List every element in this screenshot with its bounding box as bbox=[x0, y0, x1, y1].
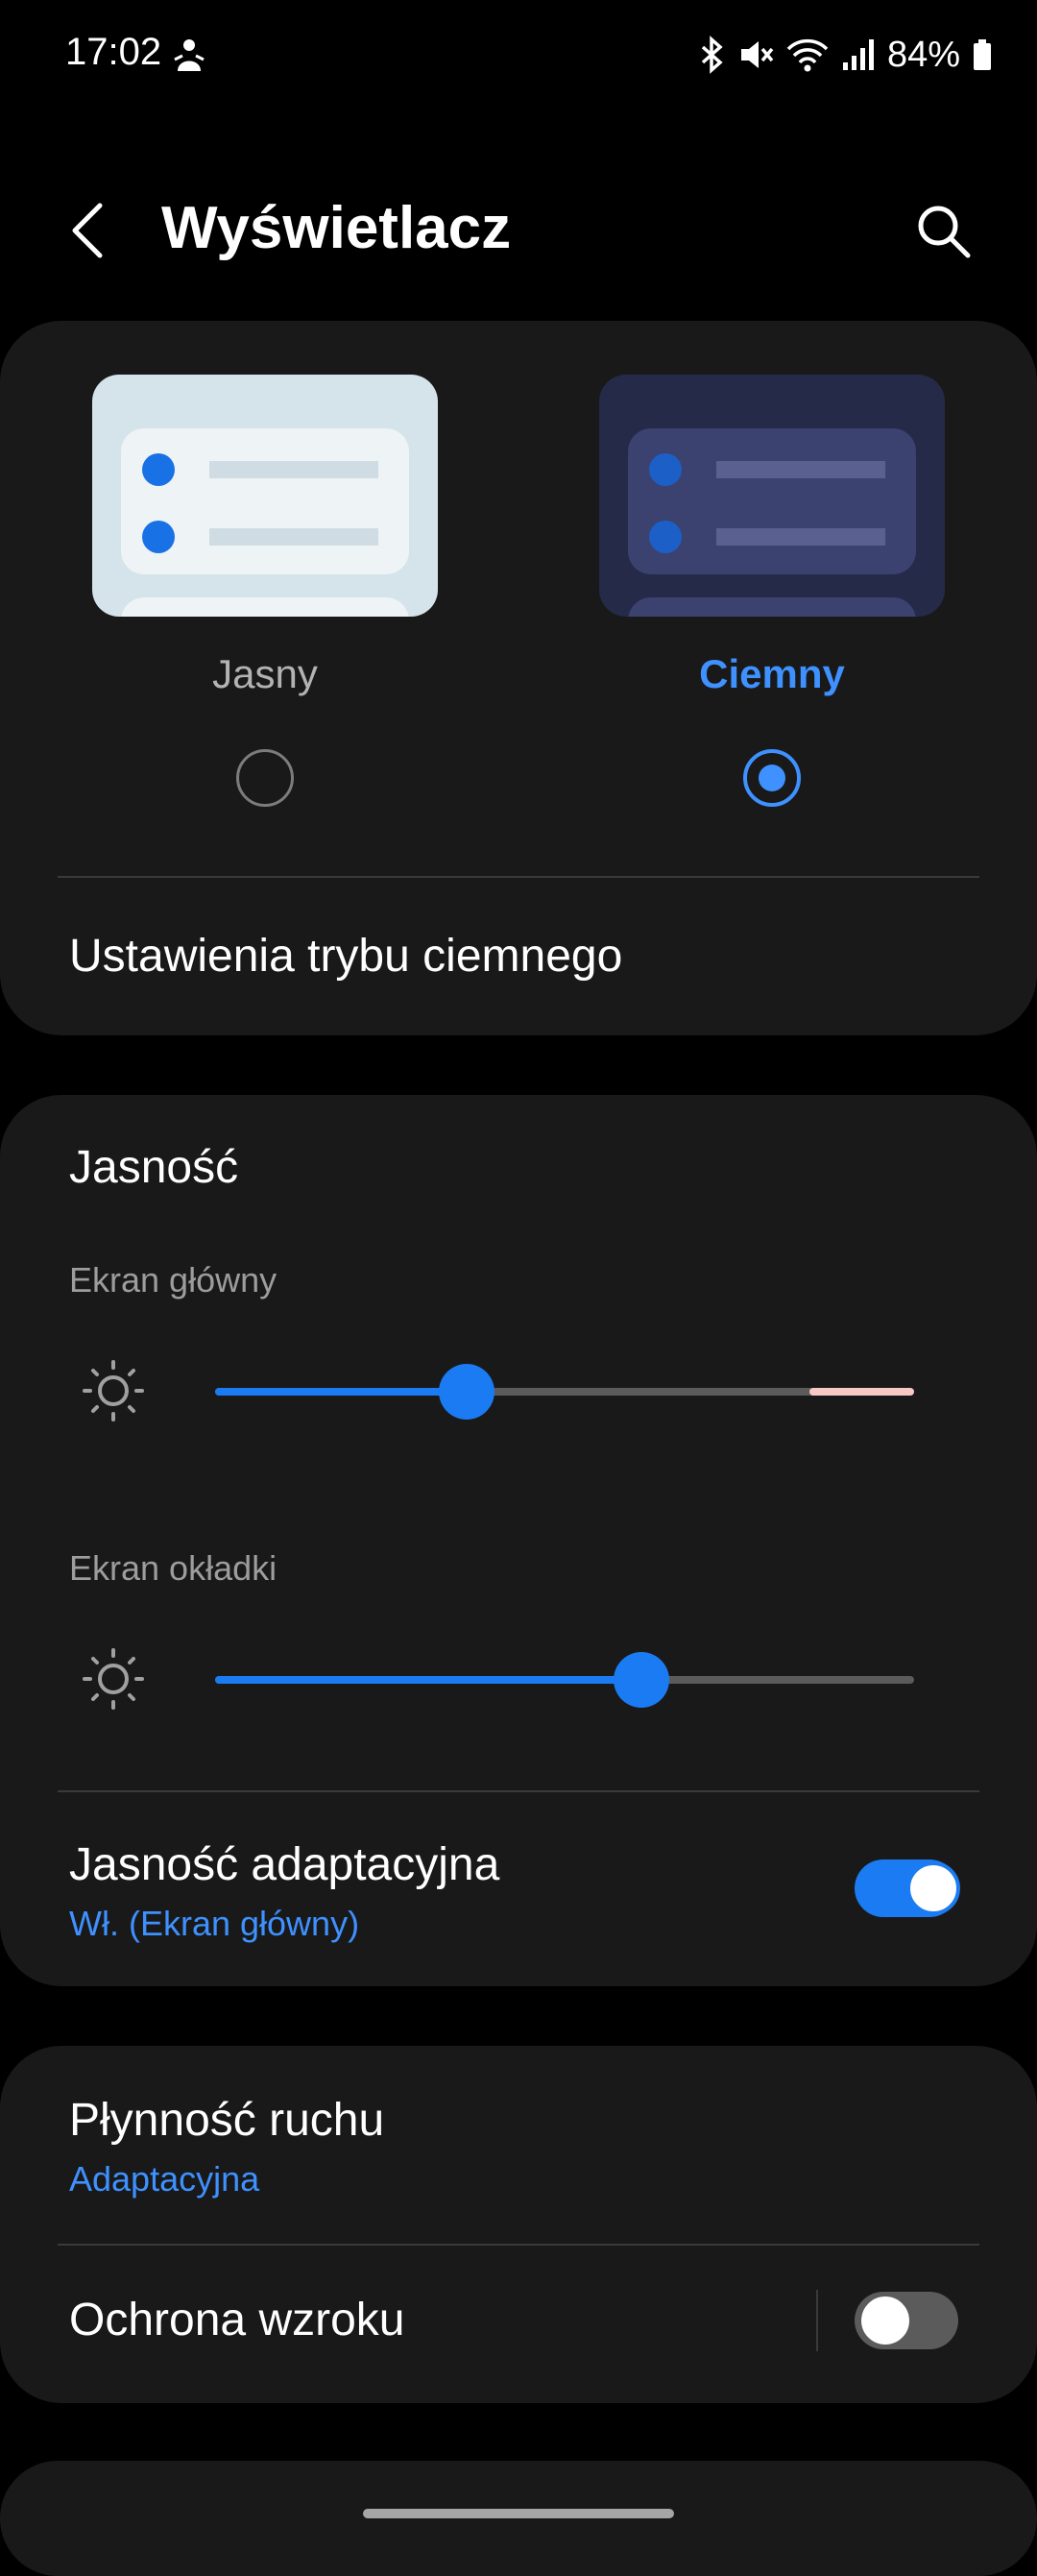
brightness-title: Jasność bbox=[69, 1142, 239, 1193]
adaptive-brightness-status: Wł. (Ekran główny) bbox=[69, 1904, 360, 1943]
wifi-icon bbox=[786, 38, 829, 72]
page-title: Wyświetlacz bbox=[161, 195, 512, 261]
radio-dark[interactable] bbox=[743, 749, 801, 807]
back-arrow-icon[interactable] bbox=[63, 200, 121, 261]
search-icon[interactable] bbox=[912, 200, 974, 261]
app-bar: Wyświetlacz bbox=[0, 173, 1037, 288]
dark-mode-settings[interactable]: Ustawienia trybu ciemnego bbox=[69, 930, 622, 983]
slider-thumb[interactable] bbox=[614, 1652, 670, 1708]
mute-icon bbox=[740, 41, 774, 68]
display-options-card: Płynność ruchu Adaptacyjna Ochrona wzrok… bbox=[0, 2046, 1037, 2403]
hdr-segment bbox=[808, 1388, 914, 1396]
next-card-partial bbox=[0, 2461, 1037, 2576]
status-time: 17:02 bbox=[65, 31, 162, 73]
battery-icon bbox=[974, 39, 991, 70]
brightness-card: Jasność Ekran główny Ekran okładki Jasno… bbox=[0, 1095, 1037, 1986]
motion-smoothness-title[interactable]: Płynność ruchu bbox=[69, 2094, 384, 2147]
theme-card: Jasny Ciemny Ustawienia trybu ciemnego bbox=[0, 321, 1037, 1035]
main-screen-brightness-slider[interactable] bbox=[215, 1362, 914, 1420]
light-theme-preview[interactable] bbox=[92, 375, 438, 617]
brightness-icon bbox=[83, 1360, 144, 1422]
motion-smoothness-value: Adaptacyjna bbox=[69, 2159, 260, 2199]
divider bbox=[58, 876, 979, 878]
main-screen-label: Ekran główny bbox=[69, 1260, 277, 1300]
radio-light[interactable] bbox=[236, 749, 294, 807]
cover-screen-brightness-slider[interactable] bbox=[215, 1650, 914, 1708]
divider bbox=[58, 2244, 979, 2246]
theme-label-dark: Ciemny bbox=[699, 651, 845, 696]
vertical-separator bbox=[816, 2290, 818, 2351]
signal-icon bbox=[842, 39, 874, 70]
eye-comfort-title[interactable]: Ochrona wzroku bbox=[69, 2294, 404, 2346]
adaptive-brightness-title[interactable]: Jasność adaptacyjna bbox=[69, 1838, 499, 1891]
dark-theme-preview[interactable] bbox=[599, 375, 945, 617]
home-indicator[interactable] bbox=[363, 2509, 674, 2518]
theme-option-dark[interactable]: Ciemny bbox=[599, 375, 945, 807]
bluetooth-icon bbox=[701, 36, 723, 74]
status-bar: 17:02 84% bbox=[0, 0, 1037, 115]
person-notification-icon bbox=[174, 39, 205, 71]
status-icons: 84% bbox=[697, 31, 993, 79]
theme-option-light[interactable]: Jasny bbox=[92, 375, 438, 807]
brightness-icon bbox=[83, 1648, 144, 1710]
eye-comfort-toggle[interactable] bbox=[855, 2292, 958, 2349]
theme-label-light: Jasny bbox=[212, 651, 318, 696]
adaptive-brightness-toggle[interactable] bbox=[855, 1859, 960, 1917]
battery-percent: 84% bbox=[886, 34, 960, 75]
divider bbox=[58, 1790, 979, 1792]
slider-thumb[interactable] bbox=[439, 1364, 495, 1420]
cover-screen-label: Ekran okładki bbox=[69, 1548, 277, 1588]
